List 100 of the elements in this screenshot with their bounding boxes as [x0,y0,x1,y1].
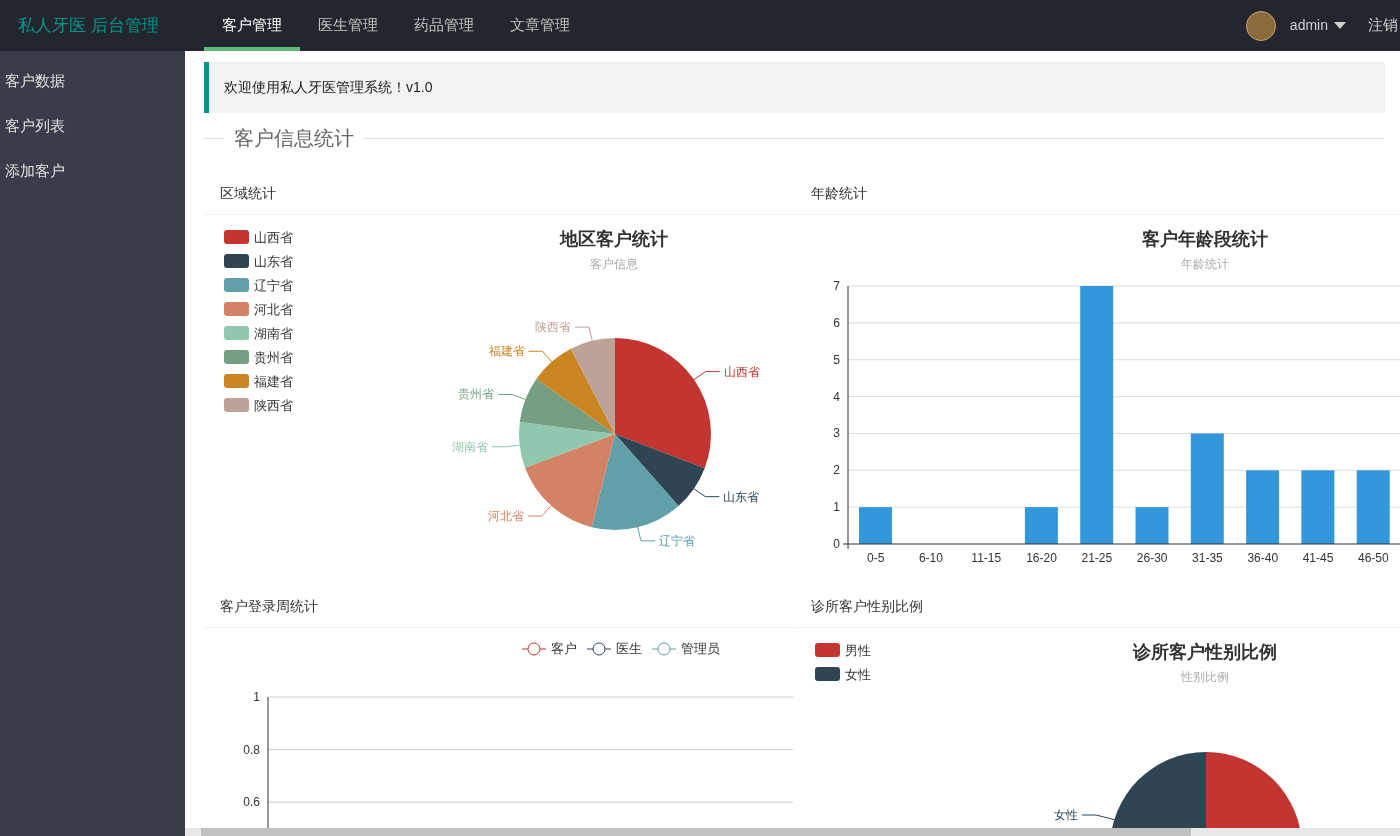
data-label: 山西省 [723,364,760,379]
bar[interactable] [1135,507,1169,544]
x-axis-label: 16-20 [1026,551,1057,565]
nav-tab[interactable]: 医生管理 [300,0,396,51]
data-label: 辽宁省 [659,533,696,548]
card-title: 区域统计 [220,183,276,203]
slice-label: 陕西省 [535,320,593,342]
sidebar-item[interactable]: 添加客户 [0,148,185,193]
pie-slice[interactable] [1206,752,1302,828]
y-axis-label: 1 [253,690,260,704]
x-axis-label: 41-45 [1302,551,1334,565]
data-label: 湖南省 [451,439,488,454]
bar[interactable] [1246,470,1280,544]
bar[interactable] [1190,433,1224,544]
slice-label: 贵州省 [458,387,526,402]
y-axis-label: 0.6 [243,795,260,810]
slice-label: 湖南省 [451,439,521,454]
card-title: 客户登录周统计 [220,596,318,616]
y-axis-label: 0.8 [243,742,260,757]
nav-tab[interactable]: 文章管理 [492,0,588,51]
y-axis-label: 4 [833,389,840,404]
x-axis-label: 6-10 [918,551,943,565]
y-axis-label: 1 [833,500,840,515]
legend-item[interactable]: 客户 [521,641,577,656]
legend-item[interactable]: 医生 [586,641,642,656]
x-axis-label: 26-30 [1136,551,1168,565]
card-title: 年龄统计 [811,183,867,203]
avatar-icon[interactable] [1245,10,1276,41]
legend-item[interactable]: 山东省 [224,254,293,269]
data-label: 山东省 [723,489,760,504]
slice-label: 山东省 [693,488,760,504]
section-title: 客户信息统计 [233,126,355,151]
legend-label: 陕西省 [254,398,293,413]
chart-title: 地区客户统计 [560,229,668,249]
legend-item[interactable]: 辽宁省 [224,278,293,293]
legend-label: 医生 [616,641,642,656]
bar[interactable] [859,507,892,544]
y-axis-label: 5 [833,352,840,367]
data-label: 河北省 [487,509,524,524]
chart-title: 客户年龄段统计 [1142,229,1268,249]
legend-item[interactable]: 陕西省 [224,398,293,413]
data-label: 陕西省 [534,320,571,335]
chart-subtitle: 性别比例 [1181,670,1229,684]
chart-title: 诊所客户性别比例 [1133,642,1277,662]
data-label: 福建省 [488,344,525,359]
user-menu[interactable]: admin [1289,15,1346,36]
y-axis-label: 3 [833,426,840,441]
x-axis-label: 11-15 [971,551,1002,565]
legend-item[interactable]: 福建省 [224,374,293,389]
legend-label: 辽宁省 [254,278,293,293]
legend-label: 山东省 [254,254,293,269]
pie-slice[interactable] [1110,752,1206,828]
horizontal-scrollbar[interactable] [185,828,1400,836]
x-axis-label: 36-40 [1247,551,1279,565]
x-axis-label: 0-5 [867,551,885,565]
legend-label: 湖南省 [254,326,293,341]
logo-text: 私人牙医 后台管理 [17,14,160,37]
pie-slice[interactable] [615,338,711,469]
x-axis-label: 21-25 [1081,551,1113,565]
caret-icon [1334,22,1346,29]
logout-link[interactable]: 注销 [1368,14,1398,37]
chart-subtitle: 年龄统计 [1181,257,1229,271]
legend-label: 贵州省 [254,350,293,365]
y-axis-label: 0 [833,537,840,551]
legend-label: 男性 [845,643,871,658]
bar[interactable] [1024,507,1058,544]
welcome-text: 欢迎使用私人牙医管理系统！v1.0 [224,78,433,97]
pie-slice[interactable] [591,434,679,530]
y-axis-label: 2 [833,463,840,478]
data-label: 贵州省 [458,387,495,402]
slice-label: 辽宁省 [637,526,695,548]
legend-label: 女性 [845,667,871,682]
legend-item[interactable]: 山西省 [224,230,293,245]
x-axis-label: 31-35 [1192,551,1223,565]
legend-label: 管理员 [681,641,720,656]
data-label: 女性 [1054,808,1078,822]
sidebar-item[interactable]: 客户数据 [0,58,185,103]
bar[interactable] [1080,286,1114,544]
chart-subtitle: 客户信息 [590,257,638,271]
legend-item[interactable]: 男性 [815,643,871,658]
legend-item[interactable]: 贵州省 [224,350,293,365]
legend-label: 河北省 [254,302,293,317]
legend-item[interactable]: 河北省 [224,302,293,317]
legend-item[interactable]: 管理员 [651,641,720,656]
legend-item[interactable]: 女性 [815,667,871,682]
card-title: 诊所客户性别比例 [811,596,923,616]
legend-label: 山西省 [254,230,293,245]
pie-slice[interactable] [615,434,705,506]
nav-tab[interactable]: 药品管理 [396,0,492,51]
bar[interactable] [1356,470,1390,544]
slice-label: 河北省 [487,505,552,524]
y-axis-label: 7 [833,279,840,293]
legend-label: 客户 [551,641,577,656]
x-axis-label: 46-50 [1358,551,1389,565]
y-axis-label: 6 [833,315,840,330]
sidebar-item[interactable]: 客户列表 [0,103,185,148]
slice-label: 山西省 [693,364,760,381]
slice-label: 女性 [1054,808,1115,822]
slice-label: 福建省 [488,344,553,363]
legend-item[interactable]: 湖南省 [224,326,293,341]
